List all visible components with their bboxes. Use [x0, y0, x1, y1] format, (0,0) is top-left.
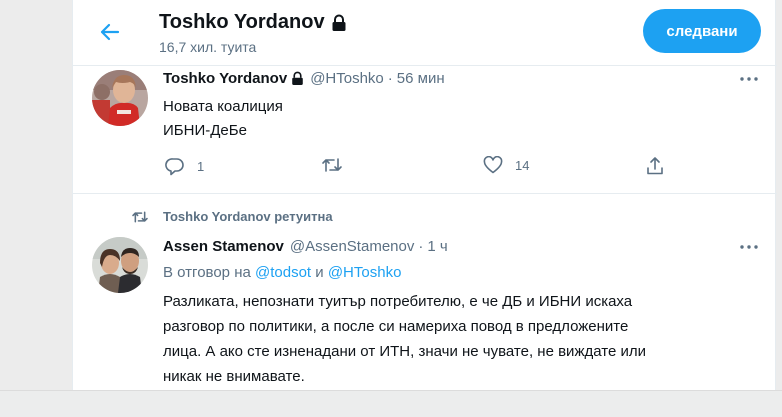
author-handle[interactable]: @AssenStamenov: [290, 238, 414, 255]
tweet-count: 16,7 хил. туита: [159, 39, 257, 55]
profile-name: Toshko Yordanov: [159, 11, 347, 34]
lock-icon: [292, 71, 303, 85]
reply-prefix: В отговор на: [163, 264, 251, 281]
back-arrow-icon: [100, 23, 120, 41]
back-button[interactable]: [95, 17, 125, 47]
page-bottom-bar: [0, 390, 782, 417]
tweet-line: Новата коалиция: [163, 98, 283, 115]
mention-link[interactable]: @todsot: [255, 264, 311, 281]
author-name[interactable]: Assen Stamenov: [163, 238, 284, 255]
like-icon: [483, 156, 503, 174]
more-button[interactable]: [737, 240, 761, 254]
lock-icon: [332, 14, 346, 31]
tweet-time[interactable]: 1 ч: [427, 238, 447, 255]
separator: ·: [418, 238, 424, 255]
reply-conj: и: [315, 264, 324, 281]
tweet-text: Разликата, непознати туитър потребителю,…: [163, 289, 753, 389]
retweet-icon: [322, 158, 342, 172]
reply-count: 1: [197, 158, 205, 174]
timeline-column: Toshko Yordanov 16,7 хил. туита следвани: [72, 0, 777, 390]
author-name[interactable]: Toshko Yordanov: [163, 70, 287, 87]
tweet-line: лица. А ако сте изненадани от ИТН, значи…: [163, 343, 646, 360]
retweet-icon: [132, 211, 148, 222]
share-icon: [647, 157, 663, 175]
tweet-header: Assen Stamenov @AssenStamenov · 1 ч: [163, 238, 448, 255]
tweet[interactable]: Toshko Yordanov @HToshko · 56 мин Новата…: [73, 66, 777, 194]
retweet-button[interactable]: [321, 156, 355, 174]
tweet-actions: 1 14: [163, 156, 763, 178]
more-button[interactable]: [737, 72, 761, 86]
like-button[interactable]: 14: [483, 156, 529, 174]
avatar[interactable]: [92, 237, 148, 293]
separator: ·: [387, 70, 393, 87]
retweet-context: Toshko Yordanov ретуитна: [131, 209, 333, 224]
reply-icon: [165, 158, 184, 176]
avatar[interactable]: [92, 70, 148, 126]
tweet-line: разговор по политики, а после си намерих…: [163, 318, 629, 335]
more-icon: [740, 245, 758, 249]
tweet-line: никак не внимавате.: [163, 368, 305, 385]
profile-header: Toshko Yordanov 16,7 хил. туита следвани: [73, 0, 777, 66]
like-count: 14: [515, 157, 530, 173]
tweet-line: Разликата, непознати туитър потребителю,…: [163, 293, 633, 310]
more-icon: [740, 77, 758, 81]
author-handle[interactable]: @HToshko: [310, 70, 384, 87]
reply-context: В отговор на @todsot и @HToshko: [163, 264, 401, 281]
following-button[interactable]: следвани: [643, 9, 761, 53]
share-button[interactable]: [645, 156, 665, 176]
tweet-header: Toshko Yordanov @HToshko · 56 мин: [163, 70, 445, 87]
tweet-text: Новата коалиция ИБНИ-ДеБе: [163, 95, 283, 143]
tweet-time[interactable]: 56 мин: [397, 70, 445, 87]
tweet-line: ИБНИ-ДеБе: [163, 122, 247, 139]
profile-name-text: Toshko Yordanov: [159, 11, 325, 33]
reply-button[interactable]: 1: [165, 156, 204, 176]
retweet-label[interactable]: Toshko Yordanov ретуитна: [163, 209, 333, 224]
mention-link[interactable]: @HToshko: [328, 264, 402, 281]
